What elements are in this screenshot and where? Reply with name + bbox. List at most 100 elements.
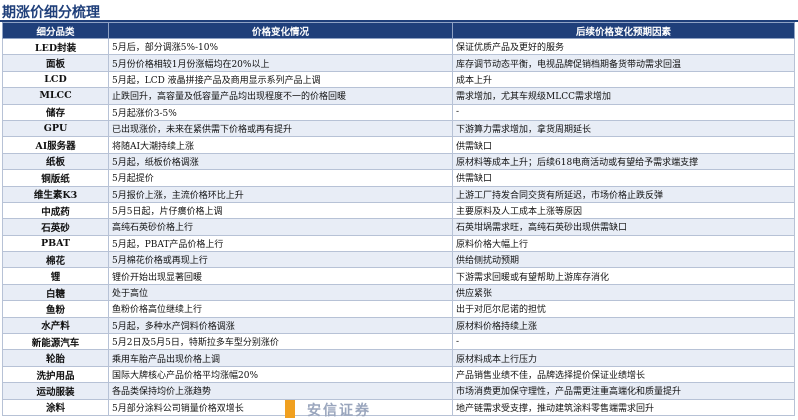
table-row: 石英砂 高纯石英砂价格上行 石英坩埚需求旺，高纯石英砂出现供需缺口 <box>2 218 795 236</box>
page-title: 期涨价细分梳理 <box>2 5 100 21</box>
watermark-logo-icon <box>285 400 295 418</box>
row-category: 中成药 <box>2 201 109 220</box>
row-category: 运动服装 <box>2 382 109 400</box>
row-price-change: 5月起涨价3-5% <box>108 103 453 121</box>
table-row: MLCC 止跌回升，高容量及低容量产品均出现程度不一的价格回暖 需求增加，尤其车规级… <box>2 87 795 105</box>
row-category: 洗护用品 <box>2 365 109 384</box>
header-outlook: 后续价格变化预期因素 <box>452 22 795 39</box>
table-row: 中成药 5月5日起，片仔癀价格上调 主要原料及人工成本上涨等原因 <box>2 201 795 220</box>
row-category: 棉花 <box>2 251 109 269</box>
row-outlook: 供给侧扰动预期 <box>452 251 795 269</box>
row-outlook: 供应紧张 <box>452 283 795 302</box>
row-category: 涂料 <box>2 398 109 416</box>
row-price-change: 各品类保持均价上涨趋势 <box>108 382 453 400</box>
table-row: 轮胎 乘用车胎产品出现价格上调 原材料成本上行压力 <box>2 349 795 367</box>
row-price-change: 5月起，LCD 液晶拼接产品及商用显示系列产品上调 <box>108 70 453 89</box>
table-header-row: 细分品类 价格变化情况 后续价格变化预期因素 <box>2 22 795 39</box>
row-price-change: 5月报价上涨，主流价格环比上升 <box>108 185 453 203</box>
row-category: 新能源汽车 <box>2 333 109 351</box>
row-price-change: 5月起，纸板价格调涨 <box>108 152 453 171</box>
table-row: LED封装 5月后，部分调涨5%-10% 保证优质产品及更好的服务 <box>2 37 795 56</box>
row-outlook: 市场消费更加保守理性，产品需更注重高端化和质量提升 <box>452 382 795 400</box>
row-category: MLCC <box>2 87 109 105</box>
row-price-change: 国际大牌核心产品价格平均涨幅20% <box>108 365 453 384</box>
table-row: 运动服装 各品类保持均价上涨趋势 市场消费更加保守理性，产品需更注重高端化和质量提升 <box>2 382 795 400</box>
row-category: 锂 <box>2 267 109 285</box>
row-category: AI服务器 <box>2 136 109 154</box>
row-outlook: - <box>452 333 795 351</box>
row-category: 维生素K3 <box>2 185 109 203</box>
row-outlook: 原材料等成本上升；后续618电商活动或有望给予需求端支撑 <box>452 152 795 171</box>
row-price-change: 5月起，多种水产饲料价格调涨 <box>108 316 453 335</box>
header-price-change: 价格变化情况 <box>108 22 453 39</box>
table-row: PBAT 5月起，PBAT产品价格上行 原料价格大幅上行 <box>2 234 795 253</box>
row-outlook: 供需缺口 <box>452 169 795 187</box>
row-outlook: 保证优质产品及更好的服务 <box>452 37 795 56</box>
row-outlook: 原料价格大幅上行 <box>452 234 795 253</box>
table-row: 白糖 处于高位 供应紧张 <box>2 283 795 302</box>
row-category: GPU <box>2 119 109 138</box>
row-category: 纸板 <box>2 152 109 171</box>
table-row: LCD 5月起，LCD 液晶拼接产品及商用显示系列产品上调 成本上升 <box>2 70 795 89</box>
row-price-change: 5月起，PBAT产品价格上行 <box>108 234 453 253</box>
row-outlook: 上游工厂持发合同交货有所延迟，市场价格止跌反弹 <box>452 185 795 203</box>
row-outlook: 供需缺口 <box>452 136 795 154</box>
row-category: 鱼粉 <box>2 300 109 318</box>
row-price-change: 锂价开始出现显著回暖 <box>108 267 453 285</box>
row-price-change: 处于高位 <box>108 283 453 302</box>
row-price-change: 5月2日及5月5日，特斯拉多车型分别涨价 <box>108 333 453 351</box>
table-row: 锂锂价开始出现显著回暖 下游需求回暖或有望帮助上游库存消化 <box>2 267 795 285</box>
row-outlook: 地产链需求受支撑，推动建筑涂料零售端需求回升 <box>452 398 795 416</box>
row-category: 铜版纸 <box>2 169 109 187</box>
row-outlook: 下游需求回暖或有望帮助上游库存消化 <box>452 267 795 285</box>
row-price-change: 鱼粉价格高位继续上行 <box>108 300 453 318</box>
row-category: 白糖 <box>2 283 109 302</box>
row-outlook: 出于对厄尔尼诺的担忧 <box>452 300 795 318</box>
table-row: 储存 5月起涨价3-5% - <box>2 103 795 121</box>
row-price-change: 5月起提价 <box>108 169 453 187</box>
header-category: 细分品类 <box>2 22 109 39</box>
table-row: 洗护用品 国际大牌核心产品价格平均涨幅20% 产品销售业绩不佳，品牌选择提价保证业绩… <box>2 365 795 384</box>
table-row: 面板 5月份价格相较1月份涨幅均在20%以上 库存调节动态平衡，电视品牌促销档期备货… <box>2 54 795 72</box>
row-outlook: 原材料价格持续上涨 <box>452 316 795 335</box>
table-row: 鱼粉 鱼粉价格高位继续上行 出于对厄尔尼诺的担忧 <box>2 300 795 318</box>
row-price-change: 止跌回升，高容量及低容量产品均出现程度不一的价格回暖 <box>108 87 453 105</box>
row-category: LCD <box>2 70 109 89</box>
row-outlook: 石英坩埚需求旺，高纯石英砂出现供需缺口 <box>452 218 795 236</box>
table-row: 新能源汽车 5月2日及5月5日，特斯拉多车型分别涨价 - <box>2 333 795 351</box>
row-outlook: 需求增加，尤其车规级MLCC需求增加 <box>452 87 795 105</box>
row-outlook: 库存调节动态平衡，电视品牌促销档期备货带动需求回温 <box>452 54 795 72</box>
table-row: 纸板 5月起，纸板价格调涨 原材料等成本上升；后续618电商活动或有望给予需求端支撑 <box>2 152 795 171</box>
row-price-change: 5月5日起，片仔癀价格上调 <box>108 201 453 220</box>
row-category: PBAT <box>2 234 109 253</box>
row-category: 轮胎 <box>2 349 109 367</box>
row-outlook: 产品销售业绩不佳，品牌选择提价保证业绩增长 <box>452 365 795 384</box>
price-table: 细分品类 价格变化情况 后续价格变化预期因素 LED封装 5月后，部分调涨5%-1… <box>2 22 795 416</box>
row-outlook: 原材料成本上行压力 <box>452 349 795 367</box>
row-price-change: 已出现涨价，未来在紧供需下价格或再有提升 <box>108 119 453 138</box>
row-price-change: 乘用车胎产品出现价格上调 <box>108 349 453 367</box>
title-bar: 期涨价细分梳理 <box>0 0 798 22</box>
row-outlook: 主要原料及人工成本上涨等原因 <box>452 201 795 220</box>
row-outlook: 成本上升 <box>452 70 795 89</box>
table-row: 棉花 5月棉花价格或再现上行 供给侧扰动预期 <box>2 251 795 269</box>
row-category: 石英砂 <box>2 218 109 236</box>
watermark: 安信证券 <box>285 396 395 419</box>
table-row: 涂料 5月部分涂料公司销量价格双增长 地产链需求受支撑，推动建筑涂料零售端需求回升 <box>2 398 795 416</box>
table-row: 维生素K3 5月报价上涨，主流价格环比上升 上游工厂持发合同交货有所延迟，市场价格止… <box>2 185 795 203</box>
row-category: 水产料 <box>2 316 109 335</box>
row-category: 面板 <box>2 54 109 72</box>
table-body: LED封装 5月后，部分调涨5%-10% 保证优质产品及更好的服务 面板 5月份价格相较… <box>2 37 795 416</box>
table-row: GPU 已出现涨价，未来在紧供需下价格或再有提升 下游算力需求增加，拿货周期延长 <box>2 119 795 138</box>
row-category: LED封装 <box>2 37 109 56</box>
row-category: 储存 <box>2 103 109 121</box>
row-price-change: 5月后，部分调涨5%-10% <box>108 37 453 56</box>
row-price-change: 高纯石英砂价格上行 <box>108 218 453 236</box>
row-outlook: 下游算力需求增加，拿货周期延长 <box>452 119 795 138</box>
table-row: AI服务器 将随AI大潮持续上涨 供需缺口 <box>2 136 795 154</box>
row-price-change: 5月份价格相较1月份涨幅均在20%以上 <box>108 54 453 72</box>
row-outlook: - <box>452 103 795 121</box>
row-price-change: 将随AI大潮持续上涨 <box>108 136 453 154</box>
table-row: 铜版纸 5月起提价 供需缺口 <box>2 169 795 187</box>
row-price-change: 5月部分涂料公司销量价格双增长 <box>108 398 453 416</box>
